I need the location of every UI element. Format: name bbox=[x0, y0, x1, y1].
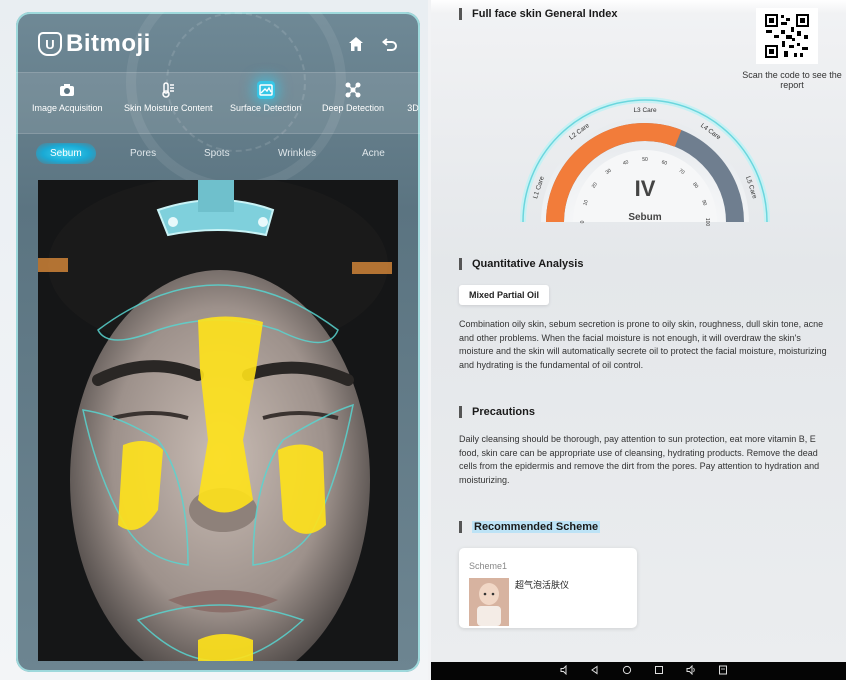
detection-mode-bar: Image Acquisition Skin Moisture Content … bbox=[16, 72, 420, 134]
gauge-level-label: L1 Care bbox=[532, 175, 546, 200]
brand-mark-icon: U bbox=[38, 32, 62, 56]
subtab-spots[interactable]: Spots bbox=[204, 148, 230, 159]
volume-down-icon[interactable] bbox=[559, 664, 571, 677]
recents-icon[interactable] bbox=[653, 665, 665, 677]
gauge-tick-label: 50 bbox=[642, 157, 648, 163]
brand-name: Bitmoji bbox=[66, 30, 151, 57]
sebum-gauge: 010203040 50 60708090100 L1 CareL2 CareL3 … bbox=[520, 97, 770, 227]
mode-3d[interactable]: 3D bbox=[404, 81, 420, 113]
quantitative-analysis-heading: Quantitative Analysis bbox=[459, 258, 583, 270]
home-icon[interactable] bbox=[621, 665, 633, 677]
network-icon bbox=[344, 81, 362, 99]
mode-surface-detection[interactable]: Surface Detection bbox=[230, 81, 302, 113]
scheme-name: Scheme1 bbox=[469, 561, 508, 571]
precautions-text: Daily cleansing should be thorough, pay … bbox=[459, 434, 820, 485]
cube-icon bbox=[404, 81, 420, 99]
image-icon bbox=[256, 81, 275, 99]
top-bar: U Bitmoji bbox=[16, 12, 420, 72]
gauge-tick-label: 100 bbox=[704, 218, 710, 227]
screenshot-icon[interactable] bbox=[717, 665, 729, 677]
scheme-product-label: 超气泡活肤仪 bbox=[515, 581, 570, 591]
mode-label: Surface Detection bbox=[230, 103, 302, 113]
general-index-heading: Full face skin General Index bbox=[459, 8, 618, 20]
gauge-grade: IV bbox=[635, 176, 656, 201]
system-navigation-bar bbox=[431, 662, 846, 680]
volume-up-icon[interactable] bbox=[685, 664, 697, 677]
product-thumbnail bbox=[469, 578, 509, 626]
qr-code-icon bbox=[764, 13, 810, 59]
analysis-subtabs: Sebum Pores Spots Wrinkles Acne bbox=[16, 136, 420, 176]
subtab-wrinkles[interactable]: Wrinkles bbox=[278, 148, 316, 159]
gauge-metric: Sebum bbox=[628, 212, 661, 223]
quantitative-analysis-text: Combination oily skin, sebum secretion i… bbox=[459, 319, 827, 370]
report-panel: Full face skin General Index Scan the co… bbox=[431, 0, 846, 662]
mode-label: Deep Detection bbox=[322, 103, 385, 113]
device-frame: U Bitmoji Image Acquisition Skin Moistur… bbox=[16, 12, 420, 672]
gauge-tick-label: 0 bbox=[580, 220, 586, 223]
home-icon bbox=[349, 37, 363, 51]
subtab-sebum[interactable]: Sebum bbox=[36, 143, 96, 164]
recommended-scheme-title: Recommended Scheme bbox=[472, 521, 601, 533]
precautions-heading: Precautions bbox=[459, 406, 535, 418]
report-qr-code[interactable] bbox=[756, 8, 818, 64]
mode-skin-moisture[interactable]: Skin Moisture Content bbox=[124, 81, 213, 113]
undo-icon bbox=[381, 38, 397, 51]
home-button[interactable] bbox=[344, 32, 368, 56]
mode-label: Image Acquisition bbox=[32, 103, 103, 113]
thermometer-icon bbox=[159, 81, 177, 99]
face-scan-illustration bbox=[38, 180, 398, 661]
scheme-card[interactable]: Scheme1 超气泡活肤仪 bbox=[459, 548, 637, 628]
brand-logo: U Bitmoji bbox=[38, 30, 151, 58]
mode-deep-detection[interactable]: Deep Detection bbox=[322, 81, 384, 113]
face-scan-image bbox=[38, 180, 398, 661]
gauge-level-label: L3 Care bbox=[633, 107, 657, 114]
back-icon[interactable] bbox=[589, 665, 601, 677]
camera-icon bbox=[58, 81, 76, 99]
mode-label: 3D bbox=[407, 103, 419, 113]
skin-type-badge: Mixed Partial Oil bbox=[459, 285, 550, 305]
gauge-level-label: L5 Care bbox=[744, 175, 758, 200]
recommended-scheme-heading: Recommended Scheme bbox=[459, 521, 601, 533]
camera-panel: U Bitmoji Image Acquisition Skin Moistur… bbox=[0, 0, 428, 680]
back-button[interactable] bbox=[378, 32, 402, 56]
subtab-pores[interactable]: Pores bbox=[130, 148, 156, 159]
subtab-acne[interactable]: Acne bbox=[362, 148, 385, 159]
mode-image-acquisition[interactable]: Image Acquisition bbox=[32, 81, 103, 113]
mode-label: Skin Moisture Content bbox=[124, 103, 213, 113]
